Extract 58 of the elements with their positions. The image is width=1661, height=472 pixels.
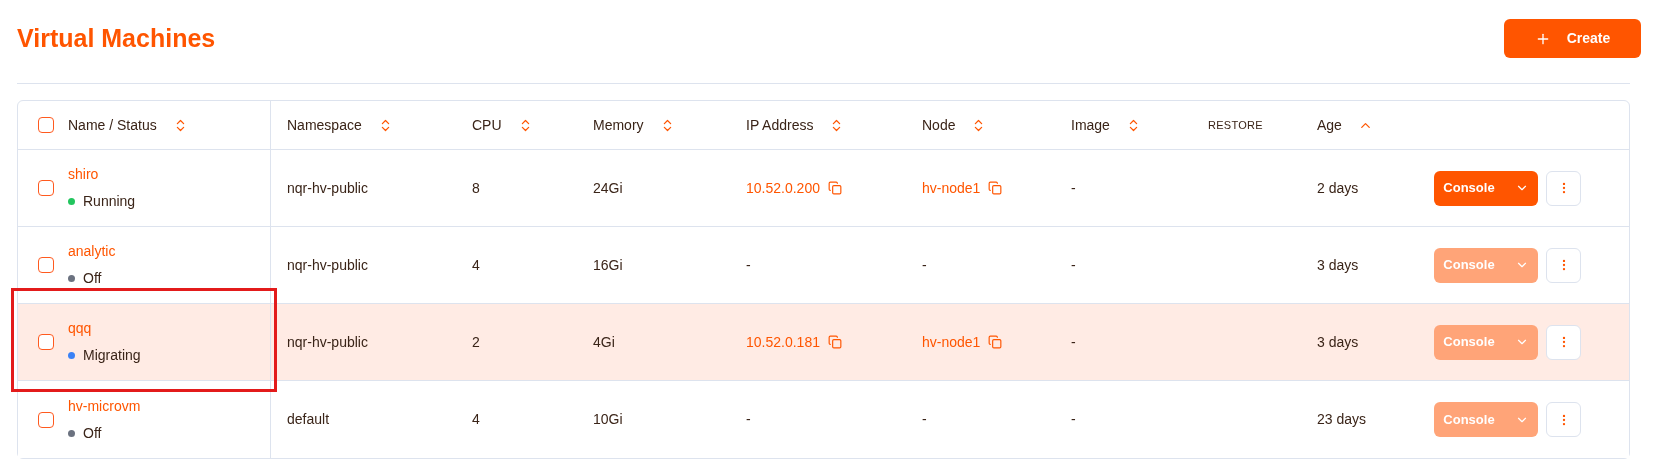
- console-button[interactable]: Console: [1434, 170, 1538, 206]
- checkbox[interactable]: [38, 334, 54, 350]
- checkbox[interactable]: [38, 411, 54, 428]
- table-cell-text: -: [1071, 332, 1076, 352]
- table-cell-text: -: [746, 255, 751, 275]
- status-label: Migrating: [83, 346, 141, 365]
- table-cell-text: default: [287, 410, 330, 429]
- checkbox[interactable]: [38, 257, 54, 273]
- vm-name-link[interactable]: shiro: [68, 164, 136, 185]
- table-cell-text: 2: [472, 332, 480, 352]
- table-cell-text: 8: [472, 178, 480, 198]
- table-cell-text: 10Gi: [593, 410, 623, 429]
- column-header: RESTORE: [1208, 117, 1263, 133]
- table-cell-text: -: [1071, 178, 1076, 198]
- copy-icon[interactable]: [827, 335, 842, 349]
- link[interactable]: hv-node1: [922, 177, 981, 199]
- table-cell-text: 4Gi: [593, 332, 615, 352]
- table-cell-text: -: [922, 255, 927, 275]
- status-label: Running: [83, 192, 136, 211]
- table-row[interactable]: shiro Running nqr-hv-public 8 24Gi 10.52.0.200 hv-node1 - 2 days Console: [18, 150, 1629, 227]
- table-cell-text: -: [746, 410, 751, 429]
- create-button[interactable]: Create: [1504, 19, 1641, 58]
- column-header: Node: [922, 115, 956, 135]
- table-cell-text: 23 days: [1317, 410, 1367, 429]
- table-cell-text: -: [1071, 410, 1076, 429]
- status-label: Off: [83, 423, 102, 443]
- column-header: IP Address: [746, 115, 814, 135]
- column-header: Name / Status: [68, 115, 157, 135]
- table-cell-text: -: [1071, 255, 1076, 275]
- table-cell-text: nqr-hv-public: [287, 255, 368, 275]
- table-cell-text: 3 days: [1317, 255, 1359, 275]
- page-title: Virtual Machines: [17, 22, 216, 54]
- checkbox[interactable]: [38, 117, 54, 133]
- table-cell-text: 4: [472, 410, 480, 429]
- table-cell-text: 24Gi: [593, 178, 623, 198]
- column-header: Image: [1071, 115, 1110, 135]
- copy-icon[interactable]: [988, 335, 1003, 349]
- copy-icon[interactable]: [827, 181, 842, 195]
- link[interactable]: hv-node1: [922, 331, 981, 353]
- column-header: CPU: [472, 115, 502, 135]
- vm-name-link[interactable]: analytic: [68, 241, 116, 262]
- column-header: Memory: [593, 115, 644, 135]
- table-cell-text: 16Gi: [593, 255, 623, 275]
- checkbox[interactable]: [38, 180, 54, 196]
- vm-name-link[interactable]: hv-microvm: [68, 395, 141, 417]
- column-header: Age: [1317, 115, 1342, 135]
- copy-icon[interactable]: [988, 181, 1003, 195]
- column-header: Namespace: [287, 115, 362, 135]
- table-cell-text: -: [922, 410, 927, 429]
- vm-name-link[interactable]: qqq: [68, 318, 141, 339]
- link[interactable]: 10.52.0.200: [746, 177, 820, 199]
- table-cell-text: 3 days: [1317, 332, 1359, 352]
- table-cell-text: nqr-hv-public: [287, 332, 368, 352]
- link[interactable]: 10.52.0.181: [746, 331, 820, 353]
- table-cell-text: 4: [472, 255, 480, 275]
- status-label: Off: [83, 269, 102, 288]
- table-cell-text: nqr-hv-public: [287, 178, 368, 198]
- table-cell-text: 2 days: [1317, 178, 1359, 198]
